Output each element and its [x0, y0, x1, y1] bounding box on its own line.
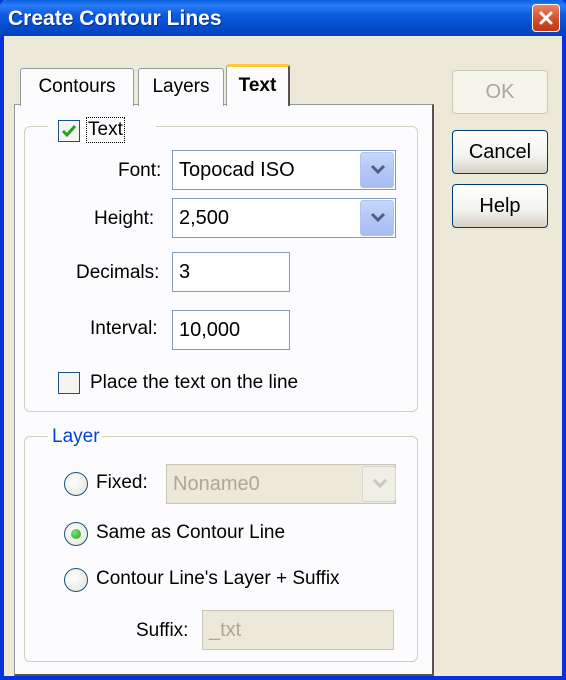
same-as-contour-radio[interactable]: [64, 522, 88, 546]
decimals-label: Decimals:: [76, 262, 160, 283]
interval-field[interactable]: 10,000: [172, 310, 290, 350]
window-title: Create Contour Lines: [8, 7, 222, 30]
suffix-label: Suffix:: [136, 620, 189, 641]
text-checkbox[interactable]: [58, 120, 80, 142]
tab-text[interactable]: Text: [226, 64, 290, 106]
interval-label: Interval:: [90, 318, 158, 339]
layer-group-title: Layer: [52, 426, 100, 447]
font-label: Font:: [118, 160, 162, 181]
fixed-radio[interactable]: [64, 472, 88, 496]
tab-layers[interactable]: Layers: [138, 68, 224, 106]
font-dropdown-button[interactable]: [360, 152, 394, 188]
ok-button[interactable]: OK: [452, 70, 548, 114]
checkmark-icon: [61, 125, 77, 138]
height-label: Height:: [94, 208, 155, 229]
suffix-option-label[interactable]: Contour Line's Layer + Suffix: [96, 568, 340, 590]
decimals-field[interactable]: 3: [172, 252, 290, 292]
suffix-field[interactable]: _txt: [202, 610, 394, 650]
tab-contours[interactable]: Contours: [20, 68, 134, 106]
chevron-down-icon: [370, 212, 386, 223]
chevron-down-icon: [370, 164, 386, 175]
place-on-line-checkbox[interactable]: [58, 372, 80, 394]
cancel-button[interactable]: Cancel: [452, 130, 548, 174]
radio-selected-dot: [71, 529, 81, 539]
chevron-down-icon: [372, 478, 388, 489]
suffix-option-radio[interactable]: [64, 568, 88, 592]
fixed-label[interactable]: Fixed:: [96, 472, 148, 494]
close-icon: [539, 11, 553, 25]
title-bar[interactable]: Create Contour Lines: [0, 0, 566, 36]
place-on-line-label[interactable]: Place the text on the line: [90, 372, 298, 394]
close-button[interactable]: [532, 4, 560, 32]
fixed-layer-dropdown-button[interactable]: [362, 466, 396, 502]
height-dropdown-button[interactable]: [360, 200, 394, 236]
text-checkbox-label[interactable]: Text: [86, 117, 125, 143]
same-as-contour-label[interactable]: Same as Contour Line: [96, 522, 285, 544]
help-button[interactable]: Help: [452, 184, 548, 228]
